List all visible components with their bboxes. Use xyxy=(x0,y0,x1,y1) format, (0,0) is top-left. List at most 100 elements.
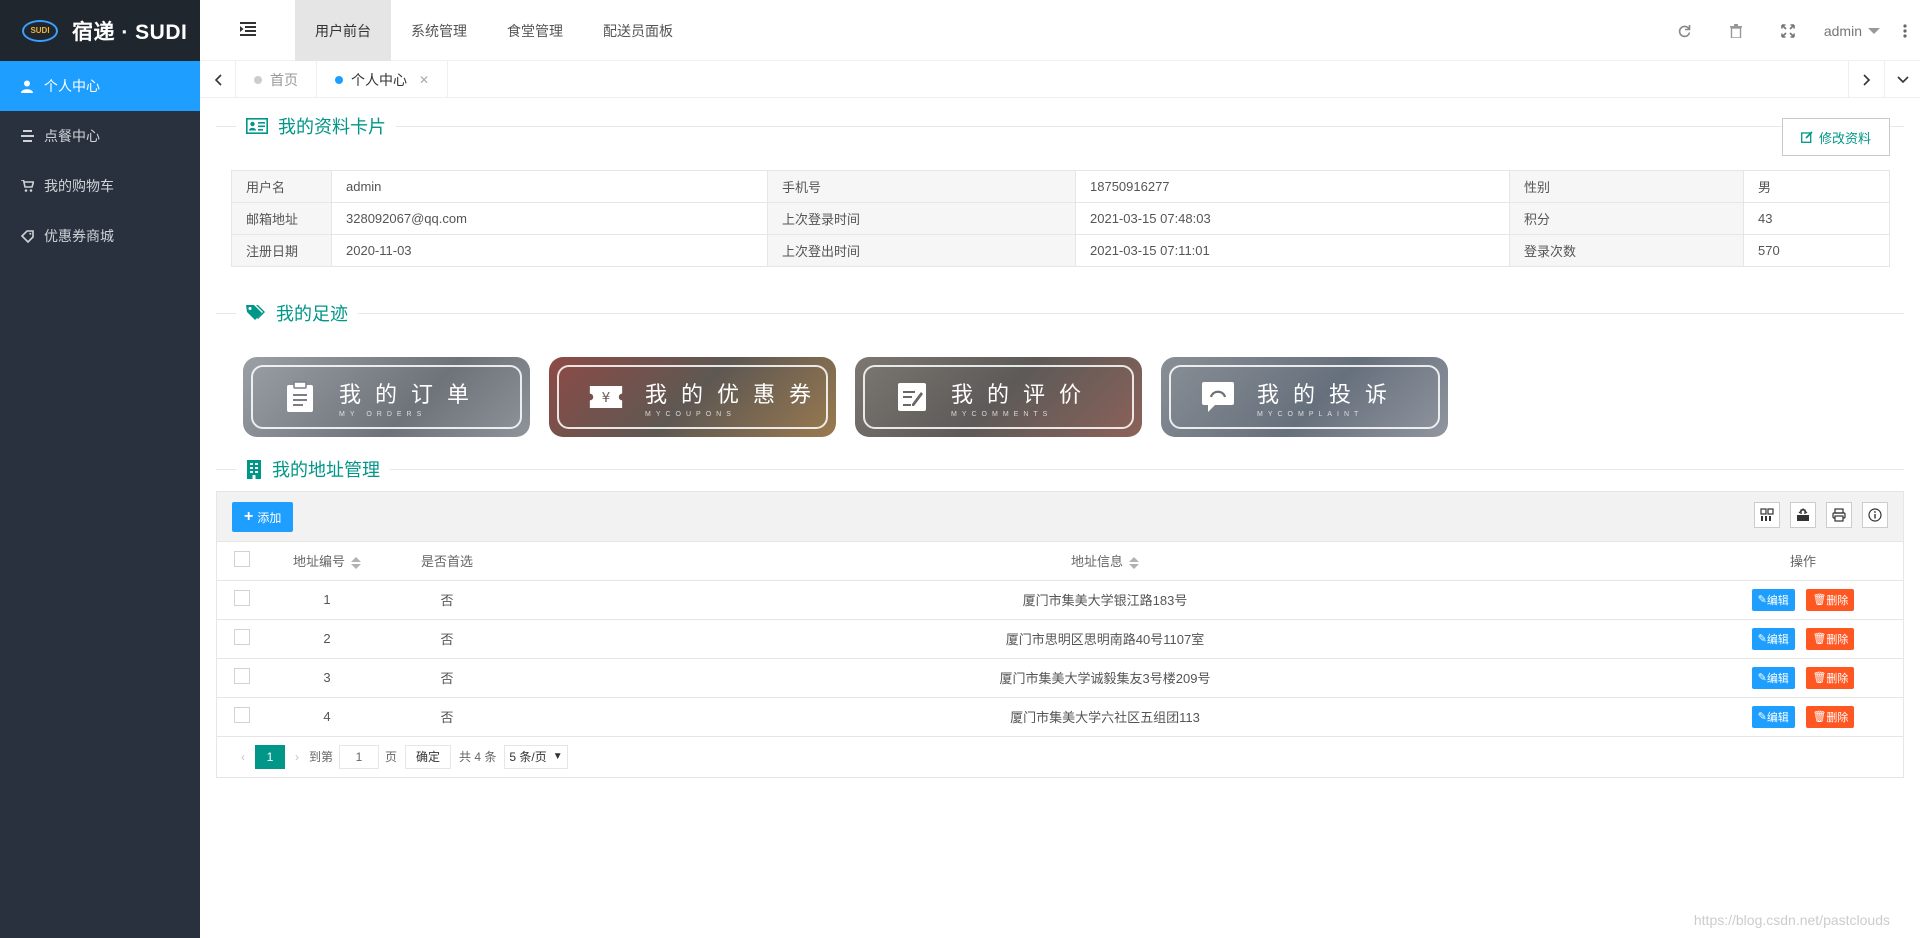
pagination: ‹ 1 › 到第 1 页 确定 共 4 条 5 条/页 ▼ xyxy=(217,737,1903,777)
menu-toggle-icon[interactable] xyxy=(240,22,256,36)
next-page-icon[interactable]: › xyxy=(295,750,299,764)
table-row: 3 否 厦门市集美大学诚毅集友3号楼209号 ✎ 编辑 🗑 删除 xyxy=(217,658,1903,698)
edit-button[interactable]: ✎ 编辑 xyxy=(1751,627,1795,650)
table-row: 用户名 admin 手机号 18750916277 性别 男 xyxy=(231,170,1890,203)
delete-button[interactable]: 🗑 删除 xyxy=(1806,588,1855,611)
card-subtitle: MY ORDERS xyxy=(339,410,427,418)
edit-button[interactable]: ✎ 编辑 xyxy=(1751,588,1795,611)
select-all-checkbox[interactable] xyxy=(234,551,250,568)
profile-section-title: 我的资料卡片 xyxy=(278,117,386,137)
row-checkbox[interactable] xyxy=(234,707,250,723)
sidebar-item-label: 点餐中心 xyxy=(44,128,100,144)
header-label: 是否首选 xyxy=(420,554,473,570)
tab-bar: 首页 个人中心 ✕ xyxy=(200,61,1920,98)
my-comments-card[interactable]: 我的评价 MYCOMMENTS xyxy=(855,357,1142,437)
tab-personal-center[interactable]: 个人中心 ✕ xyxy=(317,61,449,98)
sidebar-item-cart[interactable]: 我的购物车 xyxy=(0,161,200,211)
logo[interactable]: SUDI 宿递 · SUDI xyxy=(0,0,200,61)
username: admin xyxy=(1823,22,1862,39)
col-address-id[interactable]: 地址编号 xyxy=(267,542,387,581)
row-select-cell xyxy=(217,619,267,659)
my-coupons-card[interactable]: ¥ 我的优惠券 MYCOUPONS xyxy=(549,357,836,437)
table-row: 注册日期 2020-11-03 上次登出时间 2021-03-15 07:11:… xyxy=(231,234,1890,267)
edit-button[interactable]: ✎ 编辑 xyxy=(1751,705,1795,728)
chevron-down-icon: ▼ xyxy=(552,751,563,762)
pencil-icon: ✎ xyxy=(1757,711,1767,723)
tab-home[interactable]: 首页 xyxy=(236,61,317,98)
tags-icon xyxy=(246,304,266,322)
table-header-row: 地址编号 是否首选 地址信息 操作 xyxy=(217,542,1903,581)
row-checkbox[interactable] xyxy=(234,668,250,684)
refresh-icon[interactable] xyxy=(1658,0,1710,61)
edit-label: 编辑 xyxy=(1766,672,1789,685)
my-orders-card[interactable]: 我的订单 MY ORDERS xyxy=(243,357,530,437)
sort-icon[interactable] xyxy=(351,556,361,569)
delete-button[interactable]: 🗑 删除 xyxy=(1806,666,1855,689)
label-email: 邮箱地址 xyxy=(231,202,332,235)
tag-icon xyxy=(20,229,34,243)
table-toolbar: + 添加 xyxy=(217,492,1903,542)
sidebar-item-personal-center[interactable]: 个人中心 xyxy=(0,61,200,111)
col-address-info[interactable]: 地址信息 xyxy=(507,542,1703,581)
current-page[interactable]: 1 xyxy=(255,744,285,769)
topnav-courier-panel[interactable]: 配送员面板 xyxy=(583,0,693,61)
address-table-container: + 添加 地址编号 是否首选 地址信息 操作 1 否 厦门市集美大学银江路183… xyxy=(216,491,1904,778)
page-number-input[interactable]: 1 xyxy=(339,744,380,769)
topnav-user-front[interactable]: 用户前台 xyxy=(295,0,391,61)
fullscreen-icon[interactable] xyxy=(1762,0,1814,61)
info-icon[interactable] xyxy=(1862,502,1888,528)
row-checkbox[interactable] xyxy=(234,590,250,606)
edit-profile-button[interactable]: 修改资料 xyxy=(1781,118,1890,156)
tab-menu-chevron-down-icon[interactable] xyxy=(1884,61,1920,98)
logo-badge: SUDI xyxy=(22,19,58,42)
tabs: 首页 个人中心 ✕ xyxy=(236,61,449,98)
print-icon[interactable] xyxy=(1826,502,1852,528)
cart-icon xyxy=(20,179,34,193)
goto-confirm-button[interactable]: 确定 xyxy=(405,744,452,769)
delete-label: 删除 xyxy=(1826,633,1849,646)
delete-button[interactable]: 🗑 删除 xyxy=(1806,627,1855,650)
edit-label: 编辑 xyxy=(1766,711,1789,724)
watermark: https://blog.csdn.net/pastclouds xyxy=(1693,912,1890,928)
goto-label: 到第 xyxy=(309,750,334,764)
export-icon[interactable] xyxy=(1790,502,1816,528)
label-login-count: 登录次数 xyxy=(1509,234,1744,267)
trash-icon[interactable] xyxy=(1710,0,1762,61)
delete-button[interactable]: 🗑 删除 xyxy=(1806,705,1855,728)
my-complaints-card[interactable]: 我的投诉 MYCOMPLAINT xyxy=(1161,357,1448,437)
total-count: 共 4 条 xyxy=(459,750,497,764)
page-size-value: 5 条/页 xyxy=(509,750,547,764)
close-icon[interactable]: ✕ xyxy=(419,73,429,87)
cell-operations: ✎ 编辑 🗑 删除 xyxy=(1703,619,1903,659)
sort-icon[interactable] xyxy=(1129,556,1139,569)
profile-table: 用户名 admin 手机号 18750916277 性别 男 邮箱地址 3280… xyxy=(231,170,1890,267)
user-menu[interactable]: admin xyxy=(1814,23,1890,39)
page-size-select[interactable]: 5 条/页 ▼ xyxy=(504,744,568,769)
value-email: 328092067@qq.com xyxy=(331,202,768,235)
edit-profile-label: 修改资料 xyxy=(1818,130,1871,146)
label-username: 用户名 xyxy=(231,170,332,203)
more-vertical-icon[interactable] xyxy=(1890,23,1920,38)
delete-label: 删除 xyxy=(1826,711,1849,724)
tab-label: 个人中心 xyxy=(351,71,407,88)
topnav-system-admin[interactable]: 系统管理 xyxy=(391,0,487,61)
topnav-canteen-admin[interactable]: 食堂管理 xyxy=(487,0,583,61)
edit-button[interactable]: ✎ 编辑 xyxy=(1751,666,1795,689)
sidebar-item-ordering[interactable]: 点餐中心 xyxy=(0,111,200,161)
header-label: 操作 xyxy=(1789,554,1816,570)
tab-scroll-right-icon[interactable] xyxy=(1848,61,1884,98)
trash-icon: 🗑 xyxy=(1812,711,1827,723)
add-address-button[interactable]: + 添加 xyxy=(232,502,294,532)
cell-address-info: 厦门市思明区思明南路40号1107室 xyxy=(507,619,1703,659)
columns-filter-icon[interactable] xyxy=(1754,502,1780,528)
trash-icon: 🗑 xyxy=(1812,672,1827,684)
cell-address-id: 3 xyxy=(267,658,387,698)
tab-scroll-left-icon[interactable] xyxy=(200,61,236,98)
row-checkbox[interactable] xyxy=(234,629,250,645)
value-gender: 男 xyxy=(1743,170,1890,203)
prev-page-icon[interactable]: ‹ xyxy=(241,750,245,764)
footprint-cards: 我的订单 MY ORDERS ¥ 我的优惠券 MYCOUPONS 我的评价 MY… xyxy=(243,357,1904,437)
cell-address-info: 厦门市集美大学诚毅集友3号楼209号 xyxy=(507,658,1703,698)
sidebar-item-coupon-mall[interactable]: 优惠券商城 xyxy=(0,211,200,261)
label-gender: 性别 xyxy=(1509,170,1744,203)
